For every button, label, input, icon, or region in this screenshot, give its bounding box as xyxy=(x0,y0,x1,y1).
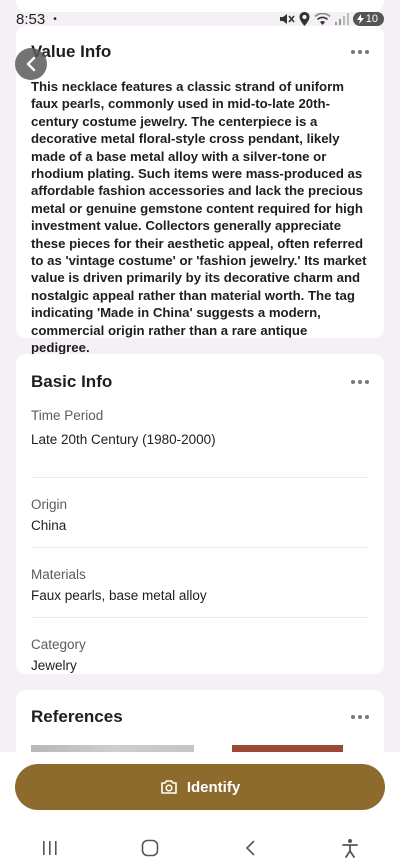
value-info-card: Value Info This necklace features a clas… xyxy=(16,26,384,355)
home-icon xyxy=(141,839,159,856)
info-row-origin: Origin China xyxy=(31,478,369,548)
more-dot xyxy=(351,715,355,719)
identify-label: Identify xyxy=(186,778,241,796)
nav-recents-button[interactable] xyxy=(20,840,80,856)
battery-level: 10 xyxy=(365,13,378,25)
status-notification-dot: • xyxy=(53,13,57,25)
basic-info-card: Basic Info Time Period Late 20th Century… xyxy=(16,354,384,674)
info-row-category: Category Jewelry xyxy=(31,618,369,688)
references-title: References xyxy=(31,707,123,726)
info-label: Category xyxy=(31,637,86,652)
battery-indicator: 10 xyxy=(352,12,384,26)
system-navigation-bar xyxy=(0,828,400,867)
info-row-time-period: Time Period Late 20th Century (1980-2000… xyxy=(31,408,369,478)
basic-info-title: Basic Info xyxy=(31,372,113,391)
more-dot xyxy=(358,380,362,384)
location-icon xyxy=(299,12,310,26)
basic-info-more-button[interactable] xyxy=(345,374,369,390)
identify-button[interactable]: Identify xyxy=(15,764,385,810)
basic-info-header: Basic Info xyxy=(16,354,384,408)
more-dot xyxy=(365,380,369,384)
status-icons: 10 xyxy=(279,12,384,26)
mute-icon xyxy=(279,14,295,24)
more-dot xyxy=(358,715,362,719)
more-dot xyxy=(365,715,369,719)
charging-icon xyxy=(356,14,364,24)
references-header: References xyxy=(16,690,384,744)
value-info-description: This necklace features a classic strand … xyxy=(31,79,367,356)
info-value: Late 20th Century (1980-2000) xyxy=(31,432,216,447)
status-bar: 8:53 • 10 xyxy=(0,0,400,38)
accessibility-button[interactable] xyxy=(320,838,380,858)
more-dot xyxy=(351,380,355,384)
more-dot xyxy=(365,50,369,54)
info-value: Faux pearls, base metal alloy xyxy=(31,588,207,603)
info-label: Time Period xyxy=(31,408,104,423)
back-icon xyxy=(245,839,255,856)
wifi-icon xyxy=(314,12,331,25)
back-button[interactable] xyxy=(15,48,47,80)
accessibility-icon xyxy=(342,838,358,858)
chevron-left-icon xyxy=(26,56,36,72)
nav-back-button[interactable] xyxy=(220,839,280,857)
recents-icon xyxy=(43,840,57,855)
nav-home-button[interactable] xyxy=(120,839,180,857)
info-value: China xyxy=(31,518,67,533)
camera-icon xyxy=(161,780,177,794)
more-dot xyxy=(358,50,362,54)
info-row-materials: Materials Faux pearls, base metal alloy xyxy=(31,548,369,618)
status-time: 8:53 xyxy=(16,10,46,28)
signal-icon xyxy=(334,13,349,25)
info-value: Jewelry xyxy=(31,658,77,673)
references-more-button[interactable] xyxy=(345,709,369,725)
info-label: Origin xyxy=(31,497,68,512)
value-info-more-button[interactable] xyxy=(345,44,369,60)
more-dot xyxy=(351,50,355,54)
info-label: Materials xyxy=(31,567,86,582)
